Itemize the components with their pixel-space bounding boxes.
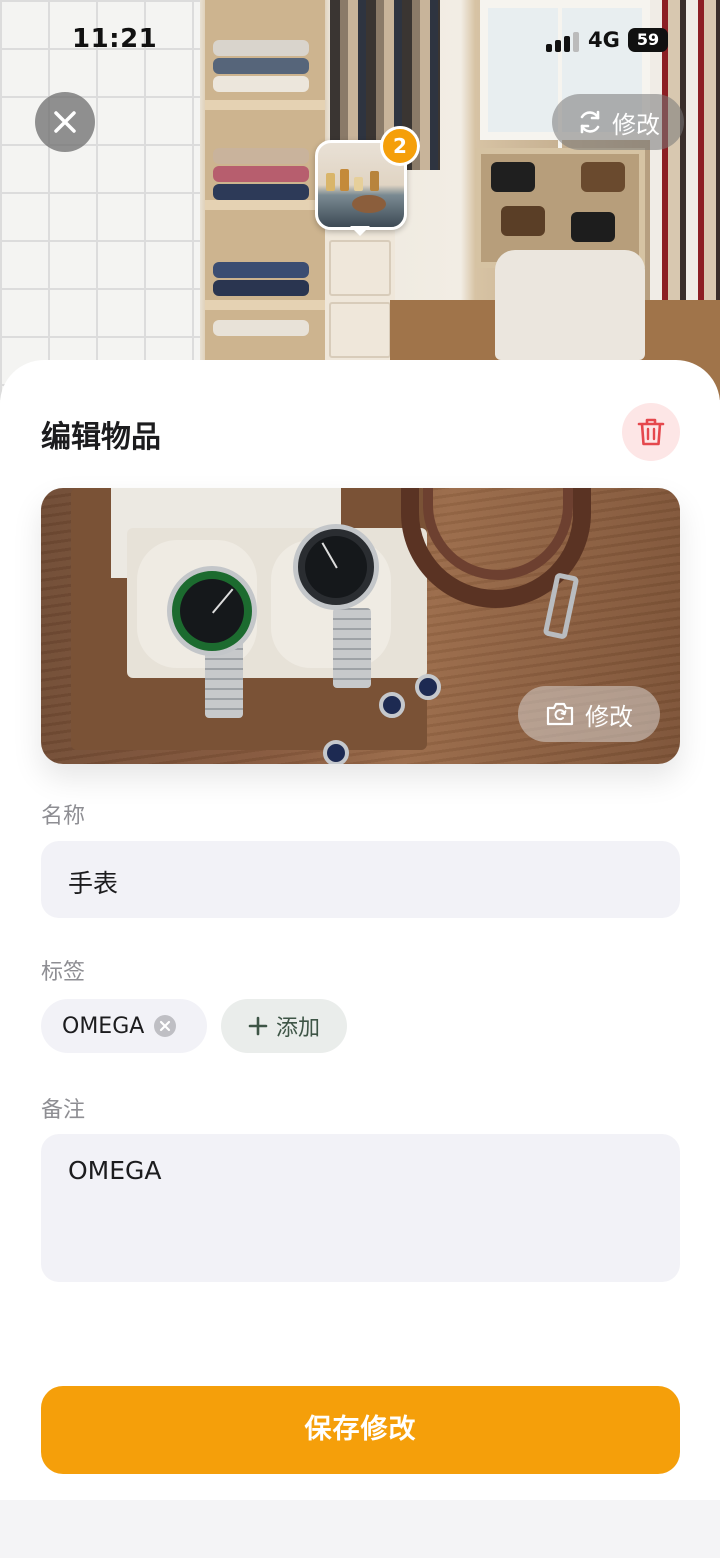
- add-tag-label: 添加: [275, 1016, 320, 1041]
- add-tag-button[interactable]: 添加: [221, 999, 347, 1053]
- close-icon: [54, 111, 76, 133]
- network-type: 4G: [588, 28, 620, 52]
- note-label: 备注: [41, 1098, 86, 1123]
- shelf-unit: [205, 0, 325, 400]
- name-label: 名称: [41, 804, 86, 829]
- marker-pointer: [350, 226, 370, 236]
- watch-box: [71, 488, 427, 750]
- note-textarea[interactable]: OMEGA: [41, 1134, 680, 1282]
- edit-item-sheet: 编辑物品 修改 名称 手表 标签 OMEGA 添加 备注 OMEGA 保存修改: [0, 360, 720, 1500]
- sheet-title: 编辑物品: [41, 420, 161, 455]
- black-watch: [293, 524, 379, 610]
- status-bar: 11:21 4G 59: [0, 24, 720, 60]
- plus-icon: [248, 1016, 268, 1036]
- close-button[interactable]: [35, 92, 95, 152]
- wall-tiles: [0, 0, 200, 400]
- tags-label: 标签: [41, 960, 86, 985]
- name-input[interactable]: 手表: [41, 841, 680, 918]
- photo-edit-button[interactable]: 修改: [518, 686, 660, 742]
- battery-icon: 59: [628, 28, 668, 52]
- item-count-badge: 2: [380, 126, 420, 166]
- tag-chip[interactable]: OMEGA: [41, 999, 207, 1053]
- refresh-icon: [580, 110, 600, 134]
- signal-icon: [546, 30, 580, 52]
- name-input-value: 手表: [68, 869, 119, 898]
- trash-icon: [637, 418, 665, 446]
- remove-tag-icon[interactable]: [154, 1015, 177, 1037]
- photo-edit-label: 修改: [585, 702, 633, 731]
- bench: [495, 250, 645, 360]
- note-textarea-value: OMEGA: [68, 1156, 162, 1185]
- status-time: 11:21: [72, 24, 158, 54]
- save-button[interactable]: 保存修改: [41, 1386, 680, 1474]
- green-watch: [167, 566, 257, 656]
- camera-icon: [546, 702, 574, 726]
- scene-edit-button[interactable]: 修改: [552, 94, 684, 150]
- item-photo: 修改: [41, 488, 680, 764]
- tag-chip-label: OMEGA: [62, 1013, 145, 1039]
- delete-button[interactable]: [622, 403, 680, 461]
- scene-edit-label: 修改: [612, 110, 660, 139]
